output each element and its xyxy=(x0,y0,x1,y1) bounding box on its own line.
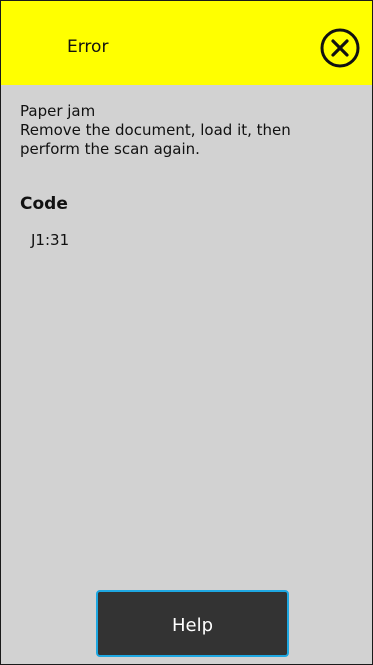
code-label: Code xyxy=(20,194,68,214)
dialog-frame: Error Paper jam Remove the document, loa… xyxy=(0,0,373,665)
error-header-bar: Error xyxy=(1,1,372,85)
help-button[interactable]: Help xyxy=(96,590,289,657)
close-button[interactable] xyxy=(319,27,361,69)
error-code-value: J1:31 xyxy=(31,231,70,249)
error-title: Paper jam xyxy=(20,102,96,120)
page-title: Error xyxy=(67,37,109,57)
help-button-label: Help xyxy=(171,615,214,636)
error-instructions: Remove the document, load it, then perfo… xyxy=(20,121,291,158)
error-message: Paper jam Remove the document, load it, … xyxy=(20,102,350,159)
circle-x-icon xyxy=(319,27,361,69)
